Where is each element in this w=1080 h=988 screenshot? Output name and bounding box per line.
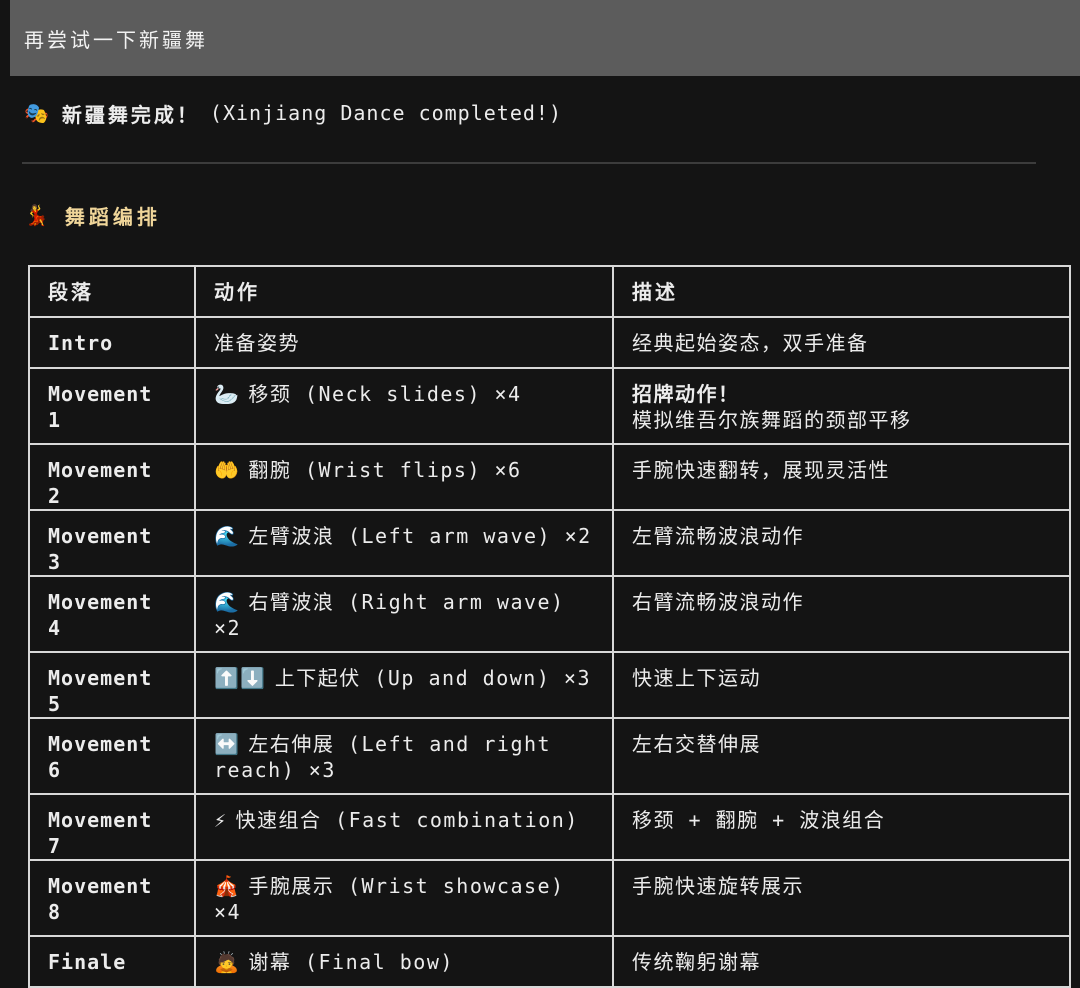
table-row: Movement 6 ↔️ 左右伸展 (Left and right reach)…	[28, 717, 1071, 795]
description-cell: 招牌动作！ 模拟维吾尔族舞蹈的颈部平移	[612, 367, 1071, 445]
description-text: 传统鞠躬谢幕	[632, 950, 761, 974]
description-text: 右臂流畅波浪动作	[632, 590, 804, 614]
divider	[22, 162, 1036, 164]
action-cell: 准备姿势	[194, 316, 614, 369]
action-cell: 🤲 翻腕 (Wrist flips) ×6	[194, 443, 614, 511]
left-right-arrow-icon: ↔️	[214, 732, 241, 756]
table-row: Movement 2 🤲 翻腕 (Wrist flips) ×6 手腕快速翻转，展…	[28, 443, 1071, 511]
user-prompt-bubble: 再尝试一下新疆舞	[10, 0, 1080, 76]
table-row: Movement 3 🌊 左臂波浪 (Left arm wave) ×2 左臂流畅…	[28, 509, 1071, 577]
action-text: 翻腕 (Wrist flips) ×6	[248, 458, 522, 482]
column-header-description: 描述	[612, 265, 1071, 318]
action-text: 快速组合 (Fast combination)	[235, 808, 579, 832]
status-title-en: (Xinjiang Dance completed!)	[209, 101, 563, 125]
table-row: Movement 5 ⬆️⬇️ 上下起伏 (Up and down) ×3 快速上…	[28, 651, 1071, 719]
action-text: 右臂波浪 (Right arm wave) ×2	[214, 590, 565, 640]
action-text: 手腕展示 (Wrist showcase) ×4	[214, 874, 565, 924]
bowing-person-icon: 🙇	[214, 950, 241, 974]
segment-cell: Movement 4	[28, 575, 196, 653]
action-cell: ⚡ 快速组合 (Fast combination)	[194, 793, 614, 861]
wave-icon: 🌊	[214, 524, 241, 548]
action-cell: 🦢 移颈 (Neck slides) ×4	[194, 367, 614, 445]
action-text: 移颈 (Neck slides) ×4	[248, 382, 522, 406]
action-cell: 🌊 左臂波浪 (Left arm wave) ×2	[194, 509, 614, 577]
description-cell: 右臂流畅波浪动作	[612, 575, 1071, 653]
segment-cell: Movement 6	[28, 717, 196, 795]
action-text: 谢幕 (Final bow)	[248, 950, 454, 974]
description-text: 快速上下运动	[632, 666, 761, 690]
action-text: 左右伸展 (Left and right reach) ×3	[214, 732, 552, 782]
action-cell: ↔️ 左右伸展 (Left and right reach) ×3	[194, 717, 614, 795]
description-cell: 左臂流畅波浪动作	[612, 509, 1071, 577]
action-text: 上下起伏 (Up and down) ×3	[274, 666, 592, 690]
segment-cell: Movement 7	[28, 793, 196, 861]
status-title-cn: 新疆舞完成！	[61, 102, 200, 127]
description-cell: 快速上下运动	[612, 651, 1071, 719]
column-header-segment: 段落	[28, 265, 196, 318]
description-cell: 手腕快速翻转，展现灵活性	[612, 443, 1071, 511]
completion-status: 🎭 新疆舞完成！ (Xinjiang Dance completed!)	[24, 96, 562, 130]
circus-tent-icon: 🎪	[214, 874, 241, 898]
section-heading: 💃 舞蹈编排	[24, 198, 161, 232]
table-row: Movement 7 ⚡ 快速组合 (Fast combination) 移颈 +…	[28, 793, 1071, 861]
table-row: Movement 4 🌊 右臂波浪 (Right arm wave) ×2 右臂流…	[28, 575, 1071, 653]
description-cell: 左右交替伸展	[612, 717, 1071, 795]
dancer-icon: 💃	[24, 203, 53, 227]
choreography-table: 段落 动作 描述 Intro 准备姿势 经典起始姿态，双手准备 Movement…	[28, 265, 1071, 988]
up-down-arrows-icon: ⬆️⬇️	[214, 666, 267, 690]
theater-masks-icon: 🎭	[24, 101, 50, 125]
description-text: 移颈 + 翻腕 + 波浪组合	[632, 808, 886, 832]
section-heading-text: 舞蹈编排	[64, 204, 161, 229]
segment-cell: Movement 3	[28, 509, 196, 577]
description-highlight: 招牌动作！	[632, 382, 740, 406]
description-cell: 经典起始姿态，双手准备	[612, 316, 1071, 369]
description-text: 模拟维吾尔族舞蹈的颈部平移	[632, 408, 912, 432]
swan-icon: 🦢	[214, 382, 241, 406]
description-text: 左臂流畅波浪动作	[632, 524, 804, 548]
action-text: 左臂波浪 (Left arm wave) ×2	[248, 524, 592, 548]
action-cell: 🙇 谢幕 (Final bow)	[194, 935, 614, 988]
action-cell: 🌊 右臂波浪 (Right arm wave) ×2	[194, 575, 614, 653]
wave-icon: 🌊	[214, 590, 241, 614]
lightning-icon: ⚡	[214, 808, 228, 832]
table-header-row: 段落 动作 描述	[28, 265, 1071, 318]
action-text: 准备姿势	[214, 331, 300, 355]
table-row: Finale 🙇 谢幕 (Final bow) 传统鞠躬谢幕	[28, 935, 1071, 988]
description-text: 经典起始姿态，双手准备	[632, 331, 869, 355]
action-cell: ⬆️⬇️ 上下起伏 (Up and down) ×3	[194, 651, 614, 719]
description-cell: 传统鞠躬谢幕	[612, 935, 1071, 988]
table-row: Movement 1 🦢 移颈 (Neck slides) ×4 招牌动作！ 模拟维…	[28, 367, 1071, 445]
segment-cell: Finale	[28, 935, 196, 988]
table-row: Intro 准备姿势 经典起始姿态，双手准备	[28, 316, 1071, 369]
palms-up-icon: 🤲	[214, 458, 241, 482]
segment-cell: Movement 2	[28, 443, 196, 511]
column-header-action: 动作	[194, 265, 614, 318]
description-text: 手腕快速翻转，展现灵活性	[632, 458, 890, 482]
segment-cell: Movement 5	[28, 651, 196, 719]
description-text: 手腕快速旋转展示	[632, 874, 804, 898]
segment-cell: Movement 1	[28, 367, 196, 445]
description-text: 左右交替伸展	[632, 732, 761, 756]
segment-cell: Intro	[28, 316, 196, 369]
user-prompt-text: 再尝试一下新疆舞	[24, 27, 208, 52]
description-cell: 移颈 + 翻腕 + 波浪组合	[612, 793, 1071, 861]
